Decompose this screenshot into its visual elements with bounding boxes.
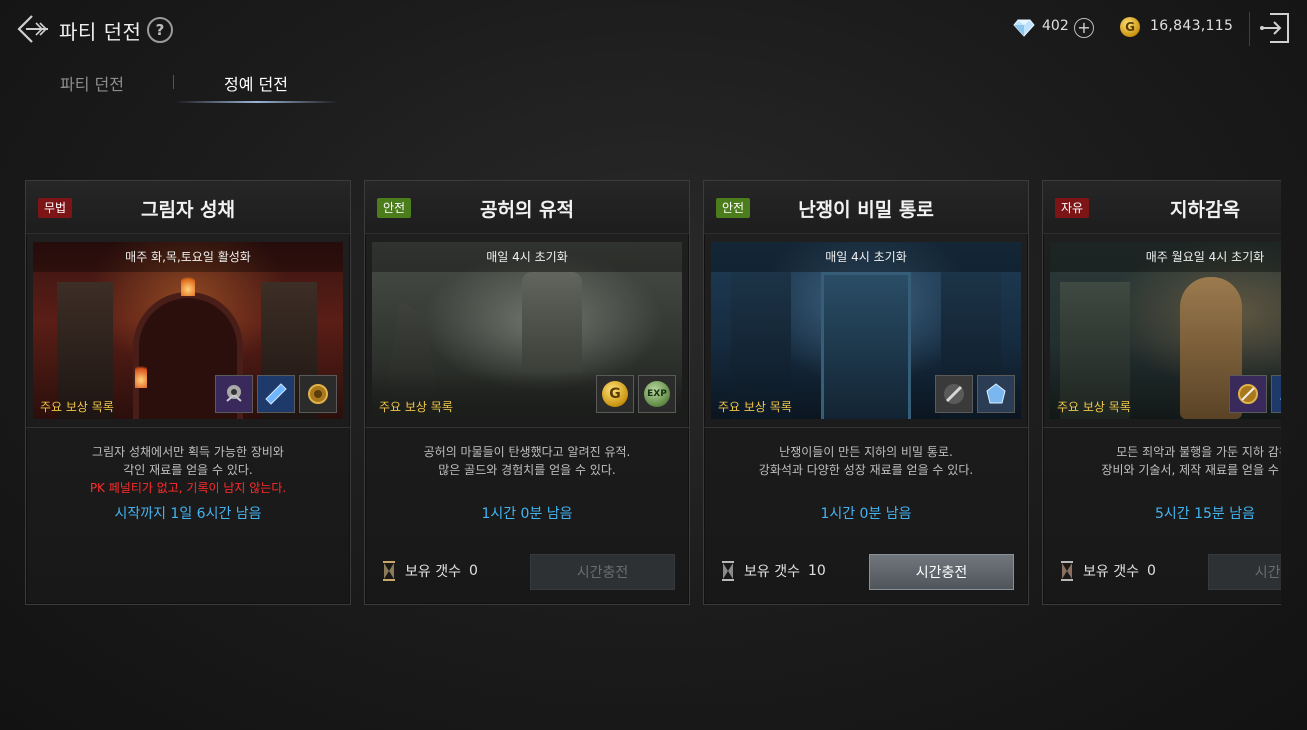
card-divider xyxy=(704,427,1028,428)
holdings-count: 0 xyxy=(468,563,478,579)
card-header: 무법 그림자 성채 xyxy=(26,181,350,234)
description-line: 강화석과 다양한 성장 재료를 얻을 수 있다. xyxy=(758,463,974,477)
tab-separator xyxy=(173,75,174,89)
dungeon-card-dwarf-passage[interactable]: 안전 난쟁이 비밀 통로 매일 4시 초기화 주요 보상 목록 난쟁이들이 만든… xyxy=(703,180,1029,605)
card-divider xyxy=(365,427,689,428)
reward-list-label: 주요 보상 목록 xyxy=(718,400,792,414)
card-header: 안전 난쟁이 비밀 통로 xyxy=(704,181,1028,234)
reset-banner: 매주 화,목,토요일 활성화 xyxy=(33,242,343,272)
holdings-count: 10 xyxy=(807,563,826,579)
pk-warning: PK 페널티가 없고, 기록이 남지 않는다. xyxy=(89,481,287,495)
start-timer: 시작까지 1일 6시간 남음 xyxy=(114,506,262,522)
description-line: 모든 죄악과 불행을 가둔 지하 감옥. xyxy=(1116,445,1281,459)
page-title: 파티 던전 xyxy=(59,20,142,44)
reset-schedule: 매주 월요일 4시 초기화 xyxy=(1145,250,1265,264)
reset-schedule: 매일 4시 초기화 xyxy=(825,250,907,264)
crystal-reward-icon[interactable] xyxy=(257,375,295,413)
ticket-holdings: 보유 갯수 0 xyxy=(1059,561,1156,581)
holdings-label: 보유 갯수 xyxy=(1083,564,1139,580)
gold-count: 16,843,115 xyxy=(1150,18,1234,34)
card-title: 그림자 성채 xyxy=(140,199,235,221)
hourglass-icon xyxy=(722,561,734,581)
description-line: 많은 골드와 경험치를 얻을 수 있다. xyxy=(438,463,616,477)
dungeon-image: 매일 4시 초기화 주요 보상 목록 xyxy=(711,242,1021,419)
card-title: 지하감옥 xyxy=(1170,199,1240,221)
dungeon-card-list[interactable]: 무법 그림자 성채 매주 화,목,토요일 활성화 주요 보상 목록 그림자 성채… xyxy=(0,180,1281,610)
dungeon-image: 매주 화,목,토요일 활성화 주요 보상 목록 xyxy=(33,242,343,419)
card-title: 난쟁이 비밀 통로 xyxy=(798,199,934,221)
divider xyxy=(1249,12,1250,46)
card-title: 공허의 유적 xyxy=(479,199,574,221)
holdings-label: 보유 갯수 xyxy=(405,564,461,580)
remaining-timer: 1시간 0분 남음 xyxy=(481,506,573,522)
add-gem-button[interactable]: + xyxy=(1074,18,1094,38)
ticket-holdings: 보유 갯수 10 xyxy=(720,561,826,581)
dungeon-card-void-ruins[interactable]: 안전 공허의 유적 매일 4시 초기화 주요 보상 목록 G EXP 공허의 마… xyxy=(364,180,690,605)
tab-elite-dungeon[interactable]: 정예 던전 xyxy=(224,71,288,95)
armor-reward-icon[interactable] xyxy=(1229,375,1267,413)
hourglass-icon xyxy=(1061,561,1073,581)
reward-icons xyxy=(935,375,1015,413)
sword-reward-icon[interactable] xyxy=(935,375,973,413)
description-line: 장비와 기술서, 제작 재료를 얻을 수 있다. xyxy=(1101,463,1281,477)
ticket-holdings: 보유 갯수 0 xyxy=(381,561,478,581)
tab-party-dungeon[interactable]: 파티 던전 xyxy=(60,71,124,95)
gold-coin-icon: G xyxy=(1120,17,1140,37)
holdings-count: 0 xyxy=(1146,563,1156,579)
help-icon[interactable]: ? xyxy=(147,17,173,43)
description-line: 난쟁이들이 만든 지하의 비밀 통로. xyxy=(779,445,953,459)
remaining-timer: 5시간 15분 남음 xyxy=(1154,506,1256,522)
reward-icons xyxy=(1229,375,1281,413)
holdings-label: 보유 갯수 xyxy=(744,564,800,580)
reward-icons xyxy=(215,375,337,413)
time-recharge-button[interactable]: 시간충전 xyxy=(530,554,675,590)
dungeon-card-underground-prison[interactable]: 자유 지하감옥 매주 월요일 4시 초기화 주요 보상 목록 모든 죄악과 불행… xyxy=(1042,180,1281,605)
time-recharge-button[interactable]: 시간충전 xyxy=(1208,554,1281,590)
dungeon-description: 공허의 마물들이 탄생했다고 알려진 유적. 많은 골드와 경험치를 얻을 수 … xyxy=(365,443,689,479)
reward-list-label: 주요 보상 목록 xyxy=(1057,400,1131,414)
description-line: 각인 재료를 얻을 수 있다. xyxy=(123,463,253,477)
enhance-stone-reward-icon[interactable] xyxy=(977,375,1015,413)
diamond-icon xyxy=(1013,19,1035,37)
crystal-reward-icon[interactable] xyxy=(1271,375,1281,413)
dungeon-description: 모든 죄악과 불행을 가둔 지하 감옥. 장비와 기술서, 제작 재료를 얻을 … xyxy=(1043,443,1281,479)
armor-reward-icon[interactable] xyxy=(215,375,253,413)
card-header: 자유 지하감옥 xyxy=(1043,181,1281,234)
card-divider xyxy=(1043,427,1281,428)
reward-list-label: 주요 보상 목록 xyxy=(379,400,453,414)
time-recharge-button[interactable]: 시간충전 xyxy=(869,554,1014,590)
description-line: 그림자 성채에서만 획득 가능한 장비와 xyxy=(92,445,284,459)
reset-schedule: 매주 화,목,토요일 활성화 xyxy=(125,250,251,264)
description-line: 공허의 마물들이 탄생했다고 알려진 유적. xyxy=(423,445,631,459)
remaining-timer: 1시간 0분 남음 xyxy=(820,506,912,522)
reward-icons: G EXP xyxy=(596,375,676,413)
dungeon-description: 그림자 성채에서만 획득 가능한 장비와 각인 재료를 얻을 수 있다. PK … xyxy=(26,443,350,497)
reset-banner: 매일 4시 초기화 xyxy=(711,242,1021,272)
back-arrow-icon[interactable] xyxy=(14,10,52,48)
reset-schedule: 매일 4시 초기화 xyxy=(486,250,568,264)
card-header: 안전 공허의 유적 xyxy=(365,181,689,234)
top-bar: 파티 던전 ? 402 + G 16,843,115 xyxy=(0,0,1307,58)
gold-reward-icon[interactable]: G xyxy=(596,375,634,413)
dungeon-image: 매주 월요일 4시 초기화 주요 보상 목록 xyxy=(1050,242,1281,419)
dungeon-card-shadow-fortress[interactable]: 무법 그림자 성채 매주 화,목,토요일 활성화 주요 보상 목록 그림자 성채… xyxy=(25,180,351,605)
exp-reward-icon[interactable]: EXP xyxy=(638,375,676,413)
horn-reward-icon[interactable] xyxy=(299,375,337,413)
active-tab-indicator xyxy=(175,101,338,103)
gem-count: 402 xyxy=(1042,18,1069,34)
dungeon-image: 매일 4시 초기화 주요 보상 목록 G EXP xyxy=(372,242,682,419)
dungeon-description: 난쟁이들이 만든 지하의 비밀 통로. 강화석과 다양한 성장 재료를 얻을 수… xyxy=(704,443,1028,479)
card-divider xyxy=(26,427,350,428)
hourglass-icon xyxy=(383,561,395,581)
reward-list-label: 주요 보상 목록 xyxy=(40,400,114,414)
exit-icon[interactable] xyxy=(1258,10,1294,46)
tab-bar: 파티 던전 정예 던전 xyxy=(0,58,1307,108)
reset-banner: 매주 월요일 4시 초기화 xyxy=(1050,242,1281,272)
reset-banner: 매일 4시 초기화 xyxy=(372,242,682,272)
